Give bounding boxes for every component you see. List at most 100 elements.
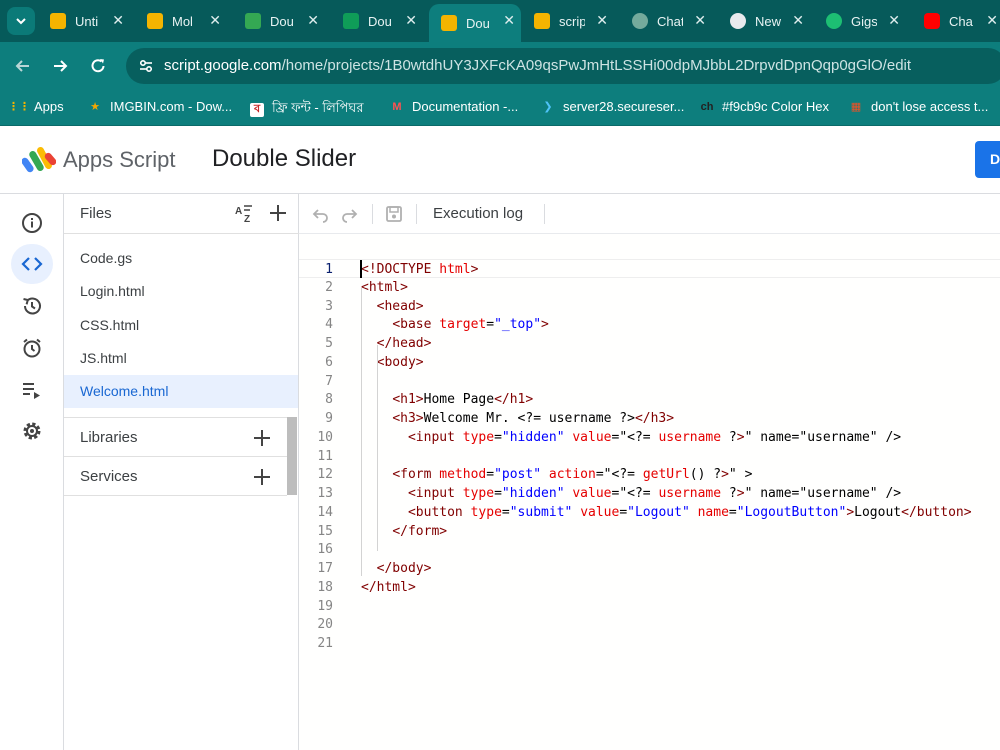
close-tab-icon[interactable]: ✕ (888, 12, 900, 29)
line-number: 9 (325, 411, 333, 426)
bookmark-item[interactable]: ch #f9cb9c Color Hex (700, 99, 829, 114)
code-line[interactable]: 20 (299, 615, 1000, 634)
fiverr-favicon-icon (826, 13, 842, 29)
bookmark-item[interactable]: ব ফ্রি ফন্ট - লিপিঘর (250, 99, 363, 120)
close-tab-icon[interactable]: ✕ (792, 12, 804, 29)
browser-tab[interactable]: Cha ✕ (912, 4, 1000, 38)
line-number: 14 (317, 504, 333, 520)
forward-button[interactable] (48, 54, 72, 78)
code-text: <h3>Welcome Mr. <?= username ?></h3> (392, 411, 675, 426)
bookmark-item[interactable]: ⋮⋮ Apps (8, 99, 64, 114)
code-line[interactable]: 11 (299, 447, 1000, 466)
execution-log-button[interactable]: Execution log (433, 205, 523, 222)
close-tab-icon[interactable]: ✕ (307, 12, 319, 29)
add-service-icon[interactable] (251, 466, 273, 488)
site-settings-icon[interactable] (138, 58, 154, 79)
executions-button[interactable] (11, 370, 53, 410)
browser-tab[interactable]: Dou ✕ (331, 4, 423, 38)
project-title[interactable]: Double Slider (212, 145, 356, 173)
overview-button[interactable] (11, 203, 53, 243)
triggers-button[interactable] (11, 328, 53, 368)
code-line[interactable]: 16 (299, 540, 1000, 559)
code-line[interactable]: 19 (299, 597, 1000, 616)
code-line[interactable]: 21 (299, 634, 1000, 653)
services-section[interactable]: Services (64, 456, 287, 496)
redo-button[interactable] (339, 204, 359, 224)
code-line[interactable]: 5 </head> (299, 334, 1000, 353)
close-tab-icon[interactable]: ✕ (112, 12, 124, 29)
code-text: </body> (376, 561, 432, 576)
save-button[interactable] (384, 204, 404, 224)
browser-tab[interactable]: Unti ✕ (38, 4, 130, 38)
close-tab-icon[interactable]: ✕ (596, 12, 608, 29)
file-item[interactable]: JS.html (64, 342, 298, 375)
code-line[interactable]: 4 <base target="_top"> (299, 315, 1000, 334)
file-item[interactable]: CSS.html (64, 309, 298, 342)
add-library-icon[interactable] (251, 427, 273, 449)
files-panel-header: Files AZ (64, 194, 299, 234)
bookmark-label: ফ্রি ফন্ট - লিপিঘর (272, 100, 364, 115)
close-tab-icon[interactable]: ✕ (694, 12, 706, 29)
browser-tab-strip: Unti ✕ Mol ✕ Dou ✕ Dou ✕ Dou ✕ scrip ✕ Chat ✕ New ✕ Gigs… (0, 0, 1000, 42)
browser-tab[interactable]: Dou ✕ (233, 4, 325, 38)
close-tab-icon[interactable]: ✕ (209, 12, 221, 29)
code-text: </head> (376, 336, 432, 351)
file-item[interactable]: Code.gs (64, 242, 298, 275)
code-line[interactable]: 8 <h1>Home Page</h1> (299, 390, 1000, 409)
apps-script-logo-icon[interactable] (21, 144, 57, 179)
code-line[interactable]: 17 </body> (299, 559, 1000, 578)
code-line[interactable]: 13 <input type="hidden" value="<?= usern… (299, 484, 1000, 503)
editor-button[interactable] (11, 244, 53, 284)
file-item[interactable]: Login.html (64, 275, 298, 308)
back-button[interactable] (11, 54, 35, 78)
close-tab-icon[interactable]: ✕ (503, 12, 515, 29)
libraries-section[interactable]: Libraries (64, 417, 287, 457)
browser-tab[interactable]: Mol ✕ (135, 4, 227, 38)
info-icon (22, 213, 42, 233)
address-bar[interactable]: script.google.com/home/projects/1B0wtdhU… (126, 48, 1000, 84)
add-file-icon[interactable] (267, 202, 289, 224)
code-line[interactable]: 15 </form> (299, 522, 1000, 541)
files-panel-scrollbar[interactable] (287, 417, 297, 495)
sort-az-icon[interactable]: AZ (234, 203, 256, 229)
code-line[interactable]: 6 <body> (299, 353, 1000, 372)
apps-script-favicon-icon (441, 15, 457, 31)
code-line[interactable]: 3 <head> (299, 297, 1000, 316)
indent-guide (361, 288, 362, 576)
apps-script-brand[interactable]: Apps Script (63, 147, 176, 173)
bookmark-label: IMGBIN.com - Dow... (110, 99, 233, 114)
browser-tab[interactable]: Dou ✕ (429, 4, 521, 42)
reload-button[interactable] (86, 54, 110, 78)
deploy-button[interactable]: D (975, 141, 1000, 178)
bookmark-item[interactable]: ▦ don't lose access t... (849, 99, 989, 114)
bookmark-item[interactable]: M Documentation -... (390, 99, 518, 114)
code-line[interactable]: 14 <button type="submit" value="Logout" … (299, 503, 1000, 522)
bookmark-item[interactable]: ★ IMGBIN.com - Dow... (88, 99, 232, 114)
text-cursor (360, 260, 362, 278)
project-settings-button[interactable] (11, 411, 53, 451)
code-editor[interactable]: 1 <!DOCTYPE html> 2 <html> 3 <head> 4 <base t… (299, 234, 1000, 750)
browser-tab[interactable]: scrip ✕ (522, 4, 614, 38)
code-line[interactable]: 2 <html> (299, 278, 1000, 297)
code-line[interactable]: 10 <input type="hidden" value="<?= usern… (299, 428, 1000, 447)
code-line[interactable]: 1 <!DOCTYPE html> (299, 259, 1000, 278)
code-line[interactable]: 7 (299, 372, 1000, 391)
browser-tab[interactable]: New ✕ (718, 4, 810, 38)
tab-title: Chat (657, 13, 683, 29)
apps-script-favicon-icon (50, 13, 66, 29)
url-text[interactable]: script.google.com/home/projects/1B0wtdhU… (164, 57, 911, 74)
bookmark-item[interactable]: ❯ server28.secureser... (541, 99, 684, 114)
code-line[interactable]: 9 <h3>Welcome Mr. <?= username ?></h3> (299, 409, 1000, 428)
code-line[interactable]: 12 <form method="post" action="<?= getUr… (299, 465, 1000, 484)
browser-tab[interactable]: Gigs ✕ (814, 4, 906, 38)
undo-button[interactable] (311, 204, 331, 224)
close-tab-icon[interactable]: ✕ (986, 12, 998, 29)
server-arrow-icon: ❯ (543, 101, 553, 113)
close-tab-icon[interactable]: ✕ (405, 12, 417, 29)
tab-search-button[interactable] (7, 7, 35, 35)
file-item[interactable]: Welcome.html (64, 375, 298, 409)
browser-tab[interactable]: Chat ✕ (620, 4, 712, 38)
tab-title: Unti (75, 13, 99, 29)
project-history-button[interactable] (11, 286, 53, 326)
code-line[interactable]: 18 </html> (299, 578, 1000, 597)
